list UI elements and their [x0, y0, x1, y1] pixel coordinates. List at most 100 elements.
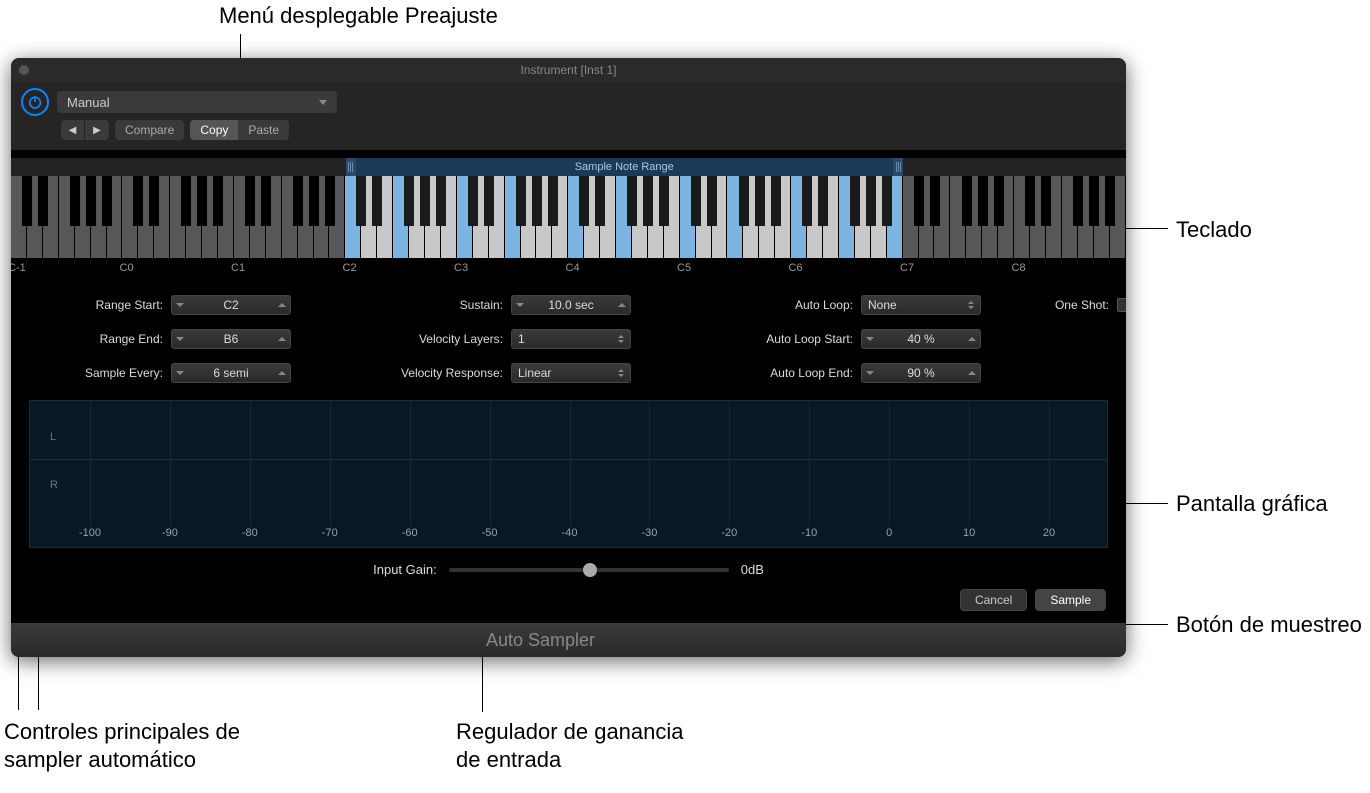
black-key[interactable] [261, 176, 271, 226]
plugin-footer: Auto Sampler [11, 623, 1126, 657]
compare-button[interactable]: Compare [115, 120, 184, 140]
black-key[interactable] [962, 176, 972, 226]
keyboard[interactable]: Sample Note Range [11, 158, 1126, 258]
black-key[interactable] [707, 176, 717, 226]
velocity-layers-dropdown[interactable]: 1 [511, 329, 631, 349]
black-key[interactable] [436, 176, 446, 226]
black-key[interactable] [1041, 176, 1051, 226]
callout-gain-l1: Regulador de ganancia [456, 718, 684, 746]
increment-icon [278, 303, 286, 307]
preset-nav: ◀ ▶ [61, 120, 109, 140]
black-key[interactable] [802, 176, 812, 226]
black-key[interactable] [86, 176, 96, 226]
black-key[interactable] [420, 176, 430, 226]
black-key[interactable] [659, 176, 669, 226]
next-preset-button[interactable]: ▶ [85, 120, 109, 140]
black-key[interactable] [356, 176, 366, 226]
black-key[interactable] [1089, 176, 1099, 226]
black-key[interactable] [627, 176, 637, 226]
black-key[interactable] [133, 176, 143, 226]
octave-label: C6 [789, 262, 803, 274]
cancel-button[interactable]: Cancel [960, 589, 1027, 611]
black-key[interactable] [468, 176, 478, 226]
black-key[interactable] [102, 176, 112, 226]
sustain-stepper[interactable]: 10.0 sec [511, 295, 631, 315]
black-key[interactable] [309, 176, 319, 226]
velocity-response-dropdown[interactable]: Linear [511, 363, 631, 383]
black-key[interactable] [978, 176, 988, 226]
octave-label: C7 [900, 262, 914, 274]
range-end-stepper[interactable]: B6 [171, 329, 291, 349]
black-key[interactable] [914, 176, 924, 226]
octave-labels: C-1C0C1C2C3C4C5C6C7C8 [11, 258, 1126, 278]
black-key[interactable] [213, 176, 223, 226]
auto-loop-start-value: 40 % [878, 332, 964, 346]
prev-preset-button[interactable]: ◀ [61, 120, 85, 140]
black-key[interactable] [70, 176, 80, 226]
decrement-icon [176, 371, 184, 375]
black-key[interactable] [181, 176, 191, 226]
toolbar: Manual ◀ ▶ Compare Copy Paste [11, 82, 1126, 150]
auto-loop-end-stepper[interactable]: 90 % [861, 363, 981, 383]
callout-line [1126, 228, 1168, 229]
black-key[interactable] [850, 176, 860, 226]
paste-button[interactable]: Paste [238, 120, 289, 140]
black-key[interactable] [1025, 176, 1035, 226]
black-keys[interactable] [11, 176, 1126, 226]
black-key[interactable] [866, 176, 876, 226]
one-shot-checkbox[interactable] [1117, 298, 1126, 312]
auto-loop-dropdown[interactable]: None [861, 295, 981, 315]
black-key[interactable] [739, 176, 749, 226]
black-key[interactable] [1073, 176, 1083, 226]
black-key[interactable] [1105, 176, 1115, 226]
sample-every-stepper[interactable]: 6 semi [171, 363, 291, 383]
range-end-handle[interactable] [893, 158, 903, 176]
increment-icon [278, 371, 286, 375]
preset-dropdown[interactable]: Manual [57, 91, 337, 113]
sample-range-header[interactable]: Sample Note Range [346, 158, 904, 176]
black-key[interactable] [882, 176, 892, 226]
black-key[interactable] [404, 176, 414, 226]
black-key[interactable] [293, 176, 303, 226]
power-button[interactable] [21, 88, 49, 116]
black-key[interactable] [643, 176, 653, 226]
black-key[interactable] [325, 176, 335, 226]
black-key[interactable] [149, 176, 159, 226]
black-key[interactable] [930, 176, 940, 226]
black-key[interactable] [532, 176, 542, 226]
auto-loop-start-stepper[interactable]: 40 % [861, 329, 981, 349]
range-start-stepper[interactable]: C2 [171, 295, 291, 315]
sample-button[interactable]: Sample [1035, 589, 1106, 611]
titlebar: Instrument [Inst 1] [11, 58, 1126, 82]
black-key[interactable] [516, 176, 526, 226]
octave-label: C0 [120, 262, 134, 274]
slider-thumb[interactable] [583, 563, 597, 577]
black-key[interactable] [691, 176, 701, 226]
black-key[interactable] [197, 176, 207, 226]
range-start-handle[interactable] [346, 158, 356, 176]
black-key[interactable] [595, 176, 605, 226]
black-key[interactable] [818, 176, 828, 226]
black-key[interactable] [22, 176, 32, 226]
black-key[interactable] [994, 176, 1004, 226]
black-key[interactable] [245, 176, 255, 226]
db-tick: -50 [482, 527, 498, 539]
sample-every-value: 6 semi [188, 366, 274, 380]
black-key[interactable] [484, 176, 494, 226]
decrement-icon [866, 337, 874, 341]
close-icon[interactable] [19, 65, 29, 75]
black-key[interactable] [771, 176, 781, 226]
black-key[interactable] [372, 176, 382, 226]
waveform-left-label: L [50, 431, 56, 443]
input-gain-row: Input Gain: 0dB [11, 554, 1126, 585]
db-tick: 0 [886, 527, 892, 539]
octave-label: C8 [1012, 262, 1026, 274]
black-key[interactable] [548, 176, 558, 226]
input-gain-slider[interactable] [449, 568, 729, 572]
black-key[interactable] [755, 176, 765, 226]
sustain-value: 10.0 sec [528, 298, 614, 312]
black-key[interactable] [38, 176, 48, 226]
db-tick: -30 [641, 527, 657, 539]
black-key[interactable] [579, 176, 589, 226]
copy-button[interactable]: Copy [190, 120, 238, 140]
